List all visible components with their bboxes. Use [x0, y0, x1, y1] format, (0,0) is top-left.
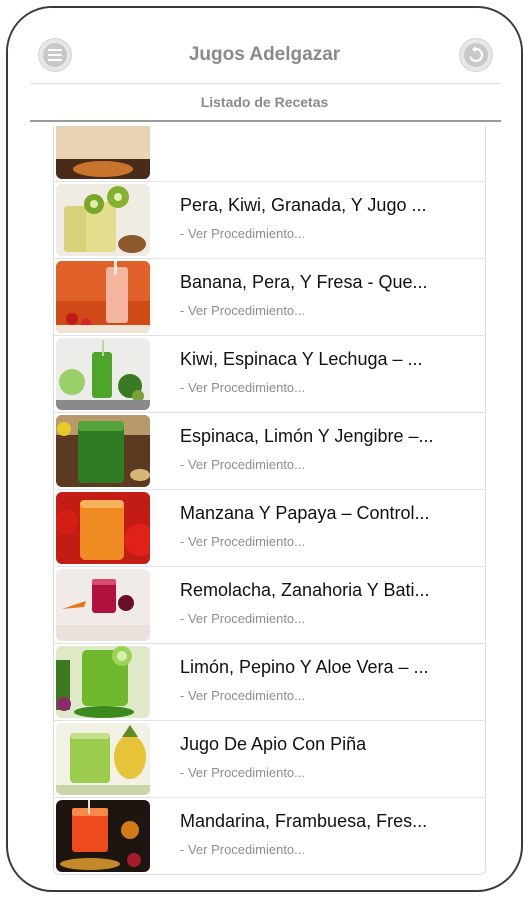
- recipe-title: Mandarina, Frambuesa, Fres...: [180, 811, 428, 831]
- recipe-item-9[interactable]: Mandarina, Frambuesa, Fres... - Ver Proc…: [54, 798, 485, 874]
- recipe-procedure-link[interactable]: - Ver Procedimiento...: [180, 611, 305, 626]
- recipe-procedure-link[interactable]: - Ver Procedimiento...: [180, 457, 305, 472]
- recipe-procedure-link[interactable]: - Ver Procedimiento...: [180, 534, 305, 549]
- recipe-procedure-link[interactable]: - Ver Procedimiento...: [180, 765, 305, 780]
- back-button[interactable]: [459, 38, 493, 72]
- recipe-title: Jugo De Apio Con Piña: [180, 734, 367, 754]
- recipe-procedure-link[interactable]: - Ver Procedimiento...: [180, 842, 305, 857]
- subtitle-divider: [30, 120, 501, 122]
- recipe-item-7[interactable]: Limón, Pepino Y Aloe Vera – ... - Ver Pr…: [54, 644, 485, 721]
- recipe-item-3[interactable]: Kiwi, Espinaca Y Lechuga – ... - Ver Pro…: [54, 336, 485, 413]
- recipe-procedure-link[interactable]: - Ver Procedimiento...: [180, 688, 305, 703]
- recipe-procedure-link[interactable]: - Ver Procedimiento...: [180, 303, 305, 318]
- recipe-item-5[interactable]: Manzana Y Papaya – Control... - Ver Proc…: [54, 490, 485, 567]
- header-divider: [30, 83, 501, 84]
- recipe-title: Espinaca, Limón Y Jengibre –...: [180, 426, 434, 446]
- back-arrow-icon: [464, 43, 488, 67]
- recipe-thumbnail: [56, 723, 150, 795]
- recipe-title: Remolacha, Zanahoria Y Bati...: [180, 580, 430, 600]
- phone-frame: Pera, Kiwi, Granada, Y Jugo ... - Ver Pr…: [6, 6, 523, 892]
- recipe-thumbnail: [56, 569, 150, 641]
- page-subtitle: Listado de Recetas: [200, 94, 329, 110]
- recipe-title: Manzana Y Papaya – Control...: [180, 503, 430, 523]
- recipe-thumbnail: [56, 800, 150, 872]
- recipe-title: Pera, Kiwi, Granada, Y Jugo ...: [180, 195, 427, 215]
- recipe-list: Pera, Kiwi, Granada, Y Jugo ... - Ver Pr…: [53, 104, 486, 875]
- recipe-procedure-link[interactable]: - Ver Procedimiento...: [180, 226, 305, 241]
- recipe-procedure-link[interactable]: - Ver Procedimiento...: [180, 380, 305, 395]
- recipe-thumbnail: [56, 261, 150, 333]
- recipe-thumbnail: [56, 415, 150, 487]
- recipe-thumbnail: [56, 646, 150, 718]
- recipe-item-4[interactable]: Espinaca, Limón Y Jengibre –... - Ver Pr…: [54, 413, 485, 490]
- recipe-title: Limón, Pepino Y Aloe Vera – ...: [180, 657, 429, 677]
- recipe-thumbnail: [56, 338, 150, 410]
- recipe-item-8[interactable]: Jugo De Apio Con Piña - Ver Procedimient…: [54, 721, 485, 798]
- app-header: Jugos Adelgazar Listado de Recetas: [8, 8, 521, 126]
- recipe-title: Banana, Pera, Y Fresa - Que...: [180, 272, 428, 292]
- recipe-item-2[interactable]: Banana, Pera, Y Fresa - Que... - Ver Pro…: [54, 259, 485, 336]
- page-title: Jugos Adelgazar: [188, 44, 341, 65]
- recipe-thumbnail: [56, 492, 150, 564]
- recipe-thumbnail: [56, 184, 150, 256]
- recipe-title: Kiwi, Espinaca Y Lechuga – ...: [180, 349, 423, 369]
- recipe-item-1[interactable]: Pera, Kiwi, Granada, Y Jugo ... - Ver Pr…: [54, 182, 485, 259]
- recipe-item-6[interactable]: Remolacha, Zanahoria Y Bati... - Ver Pro…: [54, 567, 485, 644]
